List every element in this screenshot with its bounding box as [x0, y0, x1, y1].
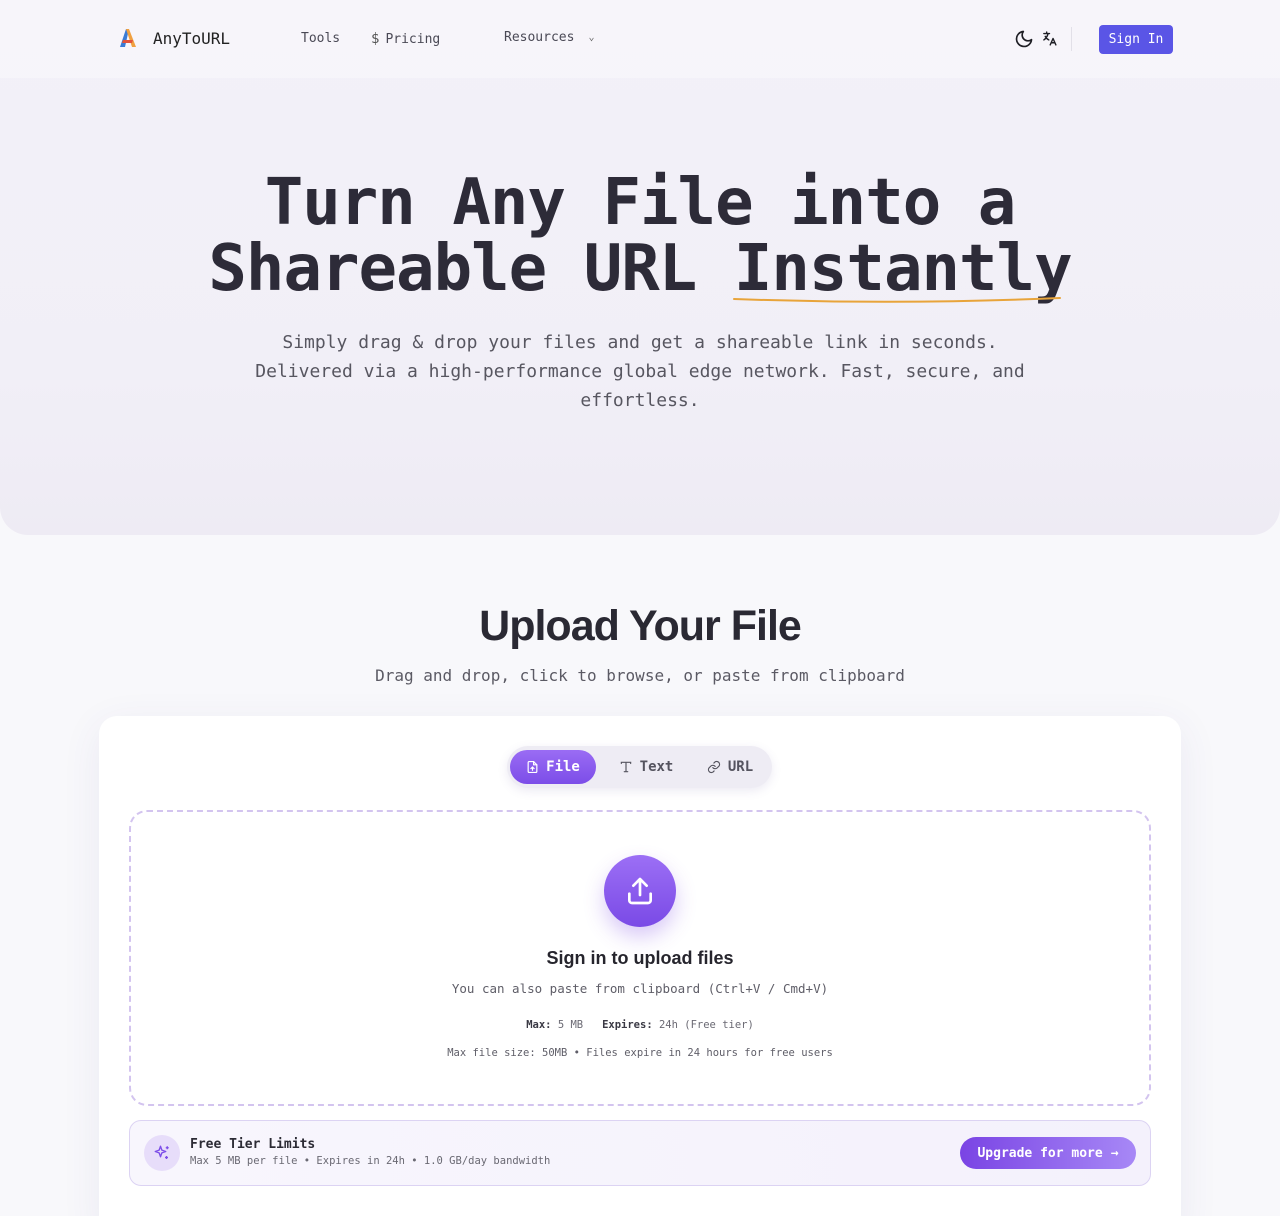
- tab-text-label: Text: [639, 759, 674, 775]
- upload-section-subtitle: Drag and drop, click to browse, or paste…: [375, 666, 905, 685]
- expires-value: 24h (Free tier): [658, 1019, 754, 1031]
- upload-section-title: Upload Your File: [479, 602, 802, 650]
- hero-subtitle: Simply drag & drop your files and get a …: [255, 332, 1025, 411]
- hero-title-line2-text: Shareable URL: [208, 232, 734, 306]
- dropzone-paste-hint: You can also paste from clipboard (Ctrl+…: [451, 981, 829, 996]
- tab-url-label: URL: [727, 759, 754, 775]
- text-icon: [620, 761, 631, 773]
- chevron-down-icon: ⌄: [588, 32, 595, 43]
- upload-icon: [628, 877, 652, 905]
- max-value: 5 MB: [557, 1019, 584, 1031]
- upgrade-label: Upgrade for more: [977, 1145, 1103, 1161]
- nav-pricing-link[interactable]: $ Pricing: [371, 31, 440, 47]
- dollar-icon: $: [371, 31, 380, 47]
- free-tier-title: Free Tier Limits: [190, 1137, 316, 1152]
- hero-title-line2: Shareable URL Instantly: [0, 236, 1280, 302]
- upgrade-button[interactable]: Upgrade for more →: [960, 1137, 1136, 1169]
- expires-label: Expires:: [602, 1019, 653, 1031]
- max-label: Max:: [526, 1019, 552, 1031]
- brand-name[interactable]: AnyToURL: [153, 29, 230, 48]
- nav-divider: [1071, 27, 1072, 51]
- hero-title-line1: Turn Any File into a: [264, 166, 1017, 240]
- file-icon: [527, 760, 538, 774]
- tab-url[interactable]: URL: [697, 750, 763, 784]
- arrow-right-icon: →: [1110, 1145, 1119, 1161]
- nav-tools-label: Tools: [301, 31, 341, 46]
- dropzone-size-info: Max file size: 50MB • Files expire in 24…: [447, 1047, 833, 1059]
- tab-file[interactable]: File: [510, 750, 596, 784]
- upload-mode-tabs: File Text URL: [507, 746, 772, 788]
- sparkles-icon: [144, 1135, 180, 1171]
- highlight-underline-icon: [733, 297, 1061, 303]
- sign-in-button[interactable]: Sign In: [1099, 25, 1173, 54]
- dropzone-limits: Max: 5 MB Expires: 24h (Free tier): [0, 1019, 1280, 1031]
- tab-text[interactable]: Text: [607, 750, 685, 784]
- moon-icon[interactable]: [1014, 29, 1034, 49]
- nav-pricing-label: Pricing: [385, 31, 441, 47]
- nav-tools-link[interactable]: Tools: [301, 31, 340, 46]
- tab-file-label: File: [546, 759, 580, 775]
- nav-resources-dropdown[interactable]: Resources ⌄: [504, 30, 594, 45]
- dropzone-title: Sign in to upload files: [546, 948, 734, 968]
- top-nav: AnyToURL Tools $ Pricing Resources ⌄ Sig…: [0, 0, 1280, 78]
- anytourl-logo-icon[interactable]: [116, 26, 140, 50]
- upload-button[interactable]: [604, 855, 676, 927]
- hero-title: Turn Any File into a Shareable URL Insta…: [0, 170, 1280, 302]
- link-icon: [707, 760, 720, 774]
- translate-icon[interactable]: [1041, 30, 1058, 47]
- free-tier-desc: Max 5 MB per file • Expires in 24h • 1.0…: [190, 1155, 551, 1167]
- nav-resources-label: Resources: [504, 30, 575, 45]
